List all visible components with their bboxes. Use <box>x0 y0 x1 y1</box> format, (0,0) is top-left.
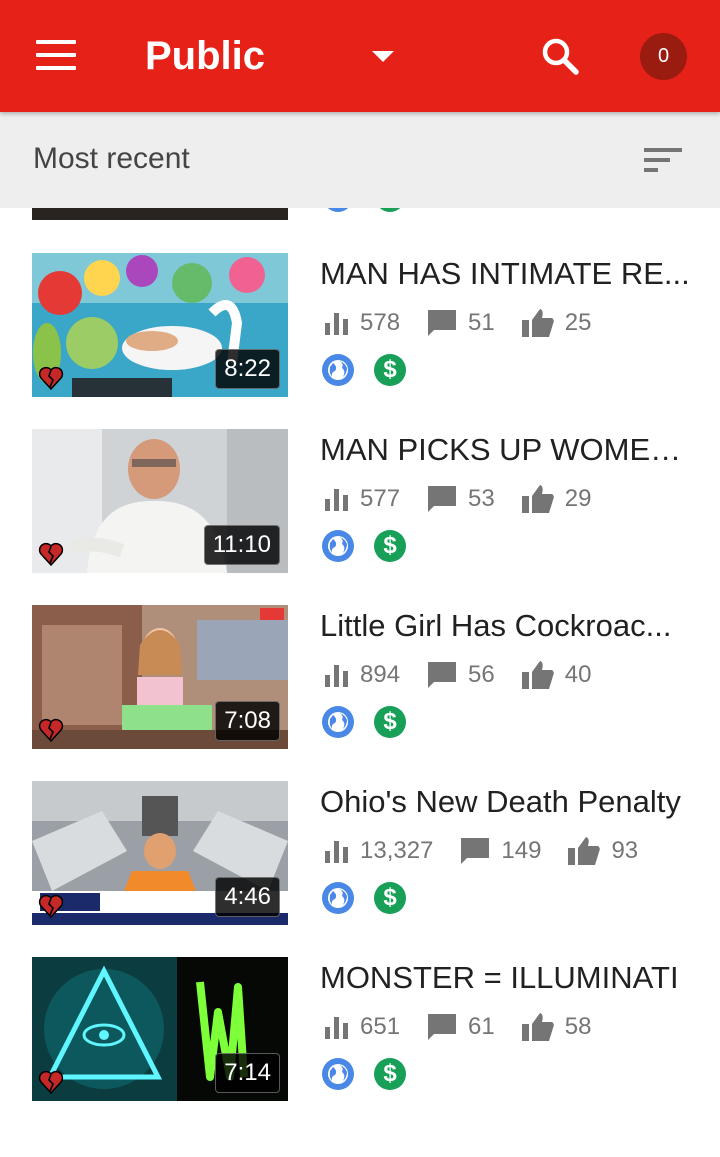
thumbs-up-icon <box>521 1013 554 1041</box>
broken-heart-icon <box>38 1070 64 1095</box>
video-thumbnail[interactable] <box>32 208 288 220</box>
video-stats: 651 61 58 <box>324 1010 617 1044</box>
video-duration: 8:22 <box>215 349 280 389</box>
view-count: 894 <box>360 661 401 688</box>
comment-icon <box>428 662 457 688</box>
globe-icon <box>322 354 354 386</box>
sort-icon[interactable] <box>640 142 688 178</box>
thumbs-up-icon <box>568 837 601 865</box>
globe-icon <box>322 1058 354 1090</box>
video-title[interactable]: Ohio's New Death Penalty <box>320 784 690 820</box>
dollar-icon <box>375 208 405 212</box>
video-title[interactable]: Little Girl Has Cockroac... <box>320 608 690 644</box>
video-title[interactable]: MAN HAS INTIMATE RE... <box>320 256 690 292</box>
video-stats: 894 56 40 <box>324 658 617 692</box>
thumbs-up-icon <box>521 661 554 689</box>
comment-icon <box>428 310 457 336</box>
views-bar-chart-icon <box>325 841 348 863</box>
globe-icon <box>322 530 354 562</box>
video-thumbnail[interactable]: 4:46 <box>32 781 288 925</box>
video-list-item[interactable]: 8:22 MAN HAS INTIMATE RE... 578 51 25 $ <box>0 252 720 428</box>
sort-label[interactable]: Most recent <box>33 142 190 176</box>
search-icon[interactable] <box>540 36 580 76</box>
like-count: 40 <box>564 661 592 688</box>
view-count: 578 <box>360 309 401 336</box>
comment-icon <box>428 1014 457 1040</box>
video-list-item[interactable]: 7:08 Little Girl Has Cockroac... 894 56 … <box>0 604 720 780</box>
view-count: 13,327 <box>360 837 434 864</box>
video-badges: $ <box>322 530 426 562</box>
video-thumbnail[interactable]: 11:10 <box>32 429 288 573</box>
video-title[interactable]: MAN PICKS UP WOMEN... <box>320 432 690 468</box>
like-count: 93 <box>611 837 639 864</box>
video-badges: $ <box>322 882 426 914</box>
notification-count-badge[interactable]: 0 <box>640 33 687 80</box>
video-list-item[interactable]: 7:14 MONSTER = ILLUMINATI 651 61 58 $ <box>0 956 720 1132</box>
video-stats: 578 51 25 <box>324 306 617 340</box>
like-count: 29 <box>564 485 592 512</box>
video-list-item[interactable]: 11:10 MAN PICKS UP WOMEN... 577 53 29 $ <box>0 428 720 604</box>
broken-heart-icon <box>38 894 64 919</box>
comment-count: 56 <box>468 661 495 688</box>
video-stats: 577 53 29 <box>324 482 617 516</box>
views-bar-chart-icon <box>325 665 348 687</box>
dollar-icon: $ <box>374 1058 406 1090</box>
views-bar-chart-icon <box>325 313 348 335</box>
view-count: 651 <box>360 1013 401 1040</box>
video-thumbnail[interactable]: 7:14 <box>32 957 288 1101</box>
globe-icon <box>322 882 354 914</box>
comment-icon <box>461 838 490 864</box>
globe-icon <box>323 208 353 212</box>
comment-count: 51 <box>468 309 495 336</box>
dropdown-arrow-icon[interactable] <box>370 48 396 64</box>
video-duration: 4:46 <box>215 877 280 917</box>
view-count: 577 <box>360 485 401 512</box>
globe-icon <box>322 706 354 738</box>
broken-heart-icon <box>38 718 64 743</box>
broken-heart-icon <box>38 366 64 391</box>
video-list: 8:22 MAN HAS INTIMATE RE... 578 51 25 $ <box>0 252 720 1132</box>
video-badges: $ <box>322 1058 426 1090</box>
like-count: 58 <box>564 1013 592 1040</box>
video-thumbnail[interactable]: 7:08 <box>32 605 288 749</box>
comment-count: 53 <box>468 485 495 512</box>
views-bar-chart-icon <box>325 489 348 511</box>
app-bar: Public 0 <box>0 0 720 112</box>
thumbs-up-icon <box>521 485 554 513</box>
dollar-icon: $ <box>374 530 406 562</box>
dollar-icon: $ <box>374 882 406 914</box>
video-thumbnail[interactable]: 8:22 <box>32 253 288 397</box>
comment-count: 149 <box>501 837 542 864</box>
video-stats: 13,327 149 93 <box>324 834 664 868</box>
thumbs-up-icon <box>521 309 554 337</box>
sort-bar: Most recent <box>0 112 720 208</box>
video-duration: 7:08 <box>215 701 280 741</box>
video-title[interactable]: MONSTER = ILLUMINATI <box>320 960 690 996</box>
broken-heart-icon <box>38 542 64 567</box>
partial-list-item <box>0 208 720 222</box>
video-list-item[interactable]: 4:46 Ohio's New Death Penalty 13,327 149… <box>0 780 720 956</box>
views-bar-chart-icon <box>325 1017 348 1039</box>
video-duration: 7:14 <box>215 1053 280 1093</box>
channel-filter-title[interactable]: Public <box>145 34 265 79</box>
comment-icon <box>428 486 457 512</box>
dollar-icon: $ <box>374 354 406 386</box>
menu-icon[interactable] <box>36 40 76 70</box>
comment-count: 61 <box>468 1013 495 1040</box>
dollar-icon: $ <box>374 706 406 738</box>
video-badges: $ <box>322 706 426 738</box>
video-duration: 11:10 <box>203 525 280 565</box>
like-count: 25 <box>564 309 592 336</box>
video-badges: $ <box>322 354 426 386</box>
